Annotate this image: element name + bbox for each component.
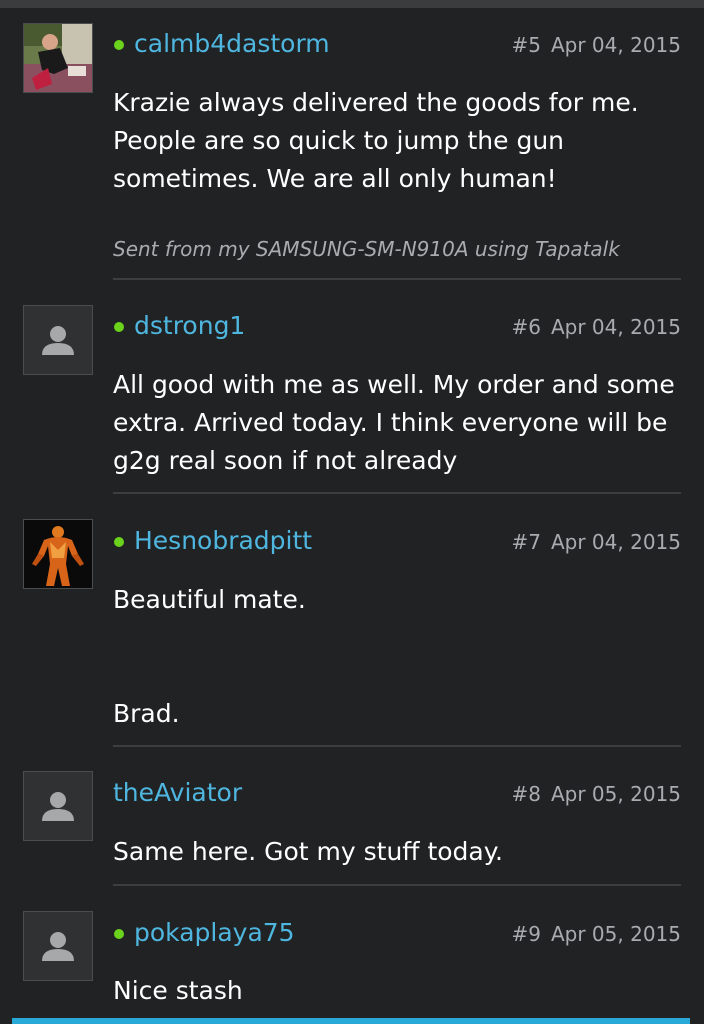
post-date: Apr 05, 2015	[550, 782, 681, 806]
post-message: Krazie always delivered the goods for me…	[113, 84, 681, 198]
message-line: Same here. Got my stuff today.	[113, 837, 503, 866]
username-link[interactable]: dstrong1	[134, 311, 245, 340]
message-line: Beautiful mate.	[113, 585, 306, 614]
username-link[interactable]: Hesnobradpitt	[134, 526, 312, 555]
online-status-dot	[114, 40, 124, 50]
user-avatar-dstrong1[interactable]	[23, 305, 93, 375]
post-date: Apr 04, 2015	[550, 33, 681, 57]
default-user-icon	[42, 932, 74, 961]
online-status-dot	[114, 322, 124, 332]
post-header: Hesnobradpitt #7 Apr 04, 2015	[113, 521, 681, 561]
online-status-dot	[114, 537, 124, 547]
message-line	[113, 657, 681, 695]
message-line: Brad.	[113, 699, 180, 728]
online-status-dot	[114, 929, 124, 939]
message-line: sometimes. We are all only human!	[113, 164, 557, 193]
message-line	[113, 619, 681, 657]
post-header: pokaplaya75 #9 Apr 05, 2015	[113, 913, 681, 953]
username-link[interactable]: calmb4dastorm	[134, 29, 330, 58]
post-number[interactable]: #9	[511, 922, 540, 946]
user-avatar-calmb4dastorm[interactable]	[23, 23, 93, 93]
username-link[interactable]: theAviator	[113, 778, 242, 807]
post-header: calmb4dastorm #5 Apr 04, 2015	[113, 24, 681, 64]
post-divider	[113, 492, 681, 494]
post-message: Same here. Got my stuff today.	[113, 833, 681, 871]
post-divider	[113, 745, 681, 747]
post-message: Beautiful mate. Brad.	[113, 581, 681, 733]
post-meta: #7 Apr 04, 2015	[511, 530, 681, 554]
post-meta: #6 Apr 04, 2015	[511, 315, 681, 339]
message-line: g2g real soon if not already	[113, 446, 458, 475]
username-link[interactable]: pokaplaya75	[134, 918, 295, 947]
post-signature: Sent from my SAMSUNG-SM-N910A using Tapa…	[113, 237, 620, 261]
post-meta: #8 Apr 05, 2015	[511, 782, 681, 806]
post-header: dstrong1 #6 Apr 04, 2015	[113, 306, 681, 346]
message-line: Nice stash	[113, 976, 243, 1005]
top-status-strip	[0, 0, 704, 8]
post-message: Nice stash	[113, 972, 681, 1010]
post-header: theAviator #8 Apr 05, 2015	[113, 773, 681, 813]
post-message: All good with me as well. My order and s…	[113, 366, 681, 480]
message-line: All good with me as well. My order and s…	[113, 370, 675, 399]
post-date: Apr 05, 2015	[550, 922, 681, 946]
message-line: extra. Arrived today. I think everyone w…	[113, 408, 668, 437]
user-avatar-theaviator[interactable]	[23, 771, 93, 841]
post-divider	[113, 884, 681, 886]
user-avatar-hesnobradpitt[interactable]	[23, 519, 93, 589]
post-divider	[113, 278, 681, 280]
message-line: People are so quick to jump the gun	[113, 126, 565, 155]
post-number[interactable]: #6	[511, 315, 540, 339]
post-number[interactable]: #7	[511, 530, 540, 554]
post-number[interactable]: #8	[511, 782, 540, 806]
default-user-icon	[42, 792, 74, 821]
message-line: Krazie always delivered the goods for me…	[113, 88, 639, 117]
default-user-icon	[42, 326, 74, 355]
post-meta: #5 Apr 04, 2015	[511, 33, 681, 57]
bottom-accent-bar	[12, 1018, 690, 1024]
post-date: Apr 04, 2015	[550, 315, 681, 339]
post-meta: #9 Apr 05, 2015	[511, 922, 681, 946]
post-date: Apr 04, 2015	[550, 530, 681, 554]
user-avatar-pokaplaya75[interactable]	[23, 911, 93, 981]
post-number[interactable]: #5	[511, 33, 540, 57]
